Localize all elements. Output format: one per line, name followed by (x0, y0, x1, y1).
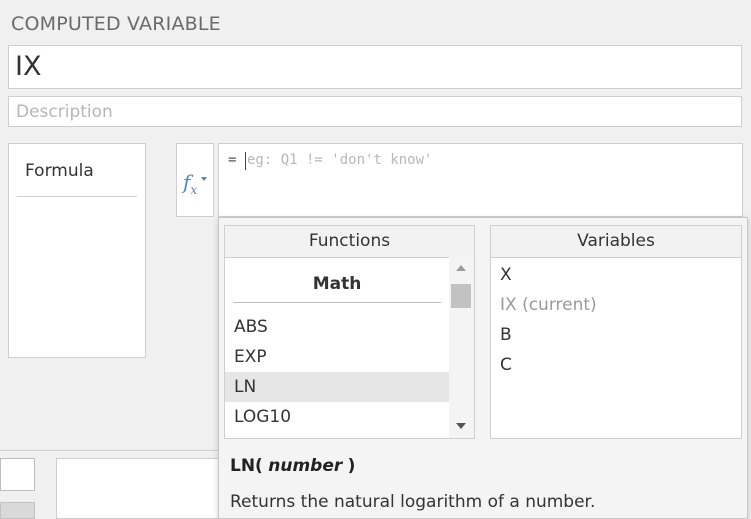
functions-scrollbar[interactable] (449, 257, 474, 438)
formula-tab[interactable]: Formula (8, 143, 146, 358)
lower-panel (56, 458, 220, 519)
lower-control[interactable] (0, 502, 35, 519)
function-item-exp[interactable]: EXP (225, 342, 449, 372)
function-signature-argument: number (268, 456, 343, 476)
chevron-down-icon (201, 177, 207, 181)
variable-item-ix-current[interactable]: IX (current) (500, 295, 597, 315)
formula-placeholder: eg: Q1 != 'don't know' (247, 152, 433, 168)
variable-item-x[interactable]: X (500, 265, 512, 285)
function-picker-button[interactable]: fx (176, 143, 214, 217)
formula-input[interactable]: = eg: Q1 != 'don't know' (218, 143, 743, 217)
scrollbar-thumb[interactable] (451, 284, 471, 308)
category-divider (233, 302, 441, 303)
function-description: Returns the natural logarithm of a numbe… (230, 492, 596, 512)
formula-tab-underline (17, 196, 137, 197)
functions-panel: Functions Math ABS EXP LN LOG10 (224, 225, 475, 439)
variable-item-b[interactable]: B (500, 325, 512, 345)
function-item-log10[interactable]: LOG10 (225, 402, 449, 432)
description-placeholder: Description (16, 102, 113, 122)
variables-panel: Variables X IX (current) B C (490, 225, 742, 439)
section-title: COMPUTED VARIABLE (11, 13, 221, 35)
description-input[interactable]: Description (8, 96, 742, 127)
scroll-up-arrow-icon[interactable] (456, 265, 466, 271)
formula-tab-label: Formula (25, 161, 94, 181)
function-item-ln[interactable]: LN (225, 372, 449, 402)
function-signature-close: ) (347, 456, 356, 476)
variable-name-input[interactable]: IX (8, 45, 742, 89)
function-category-heading: Math (312, 274, 362, 294)
function-item-abs[interactable]: ABS (225, 312, 449, 342)
functions-panel-title: Functions (225, 226, 474, 258)
scroll-down-arrow-icon[interactable] (456, 423, 466, 429)
variable-name-value: IX (15, 51, 42, 82)
formula-equals-sign: = (228, 152, 237, 168)
function-icon: fx (183, 170, 198, 197)
function-signature: LN( number ) (230, 456, 355, 476)
text-cursor (245, 152, 246, 170)
variable-item-c[interactable]: C (500, 355, 512, 375)
function-signature-name: LN( (230, 456, 263, 476)
section-divider (0, 450, 218, 451)
variables-panel-title: Variables (491, 226, 741, 258)
lower-input[interactable] (0, 458, 35, 491)
